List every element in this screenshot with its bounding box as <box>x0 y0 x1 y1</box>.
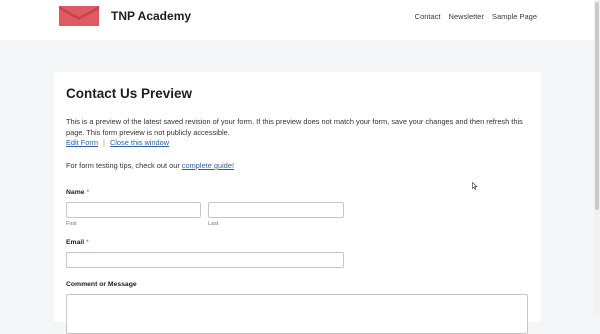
site-title[interactable]: TNP Academy <box>111 9 191 23</box>
tips-text: For form testing tips, check out our <box>66 161 182 170</box>
last-name-input[interactable] <box>208 202 344 218</box>
nav-item-newsletter[interactable]: Newsletter <box>449 12 484 21</box>
nav-item-sample-page[interactable]: Sample Page <box>492 12 537 21</box>
scrollbar-thumb[interactable] <box>595 2 599 210</box>
envelope-logo-icon[interactable] <box>59 6 99 26</box>
first-sublabel: First <box>66 221 77 227</box>
page-title: Contact Us Preview <box>66 86 193 101</box>
last-sublabel: Last <box>208 221 219 227</box>
edit-form-link[interactable]: Edit Form <box>66 138 98 147</box>
email-label: Email * <box>66 239 89 246</box>
main-nav: Contact Newsletter Sample Page <box>415 12 537 21</box>
name-label: Name * <box>66 189 89 196</box>
email-input[interactable] <box>66 252 344 268</box>
nav-item-contact[interactable]: Contact <box>415 12 441 21</box>
name-label-text: Name <box>66 189 85 196</box>
comment-label: Comment or Message <box>66 281 137 288</box>
close-window-link[interactable]: Close this window <box>110 138 169 147</box>
preview-intro-text: This is a preview of the latest saved re… <box>66 117 523 137</box>
preview-card: Contact Us Preview This is a preview of … <box>54 72 541 334</box>
required-marker: * <box>86 189 90 196</box>
required-marker: * <box>86 239 89 246</box>
link-separator: | <box>103 138 105 147</box>
page-scrollbar[interactable] <box>594 0 600 315</box>
testing-tips: For form testing tips, check out our com… <box>66 161 234 170</box>
first-name-input[interactable] <box>66 202 201 218</box>
mouse-pointer-icon <box>472 182 478 190</box>
preview-links: Edit Form | Close this window <box>66 138 169 147</box>
site-header: TNP Academy Contact Newsletter Sample Pa… <box>0 0 600 40</box>
email-label-text: Email <box>66 239 85 246</box>
comment-textarea[interactable] <box>66 294 528 334</box>
complete-guide-link[interactable]: complete guide! <box>182 161 234 170</box>
